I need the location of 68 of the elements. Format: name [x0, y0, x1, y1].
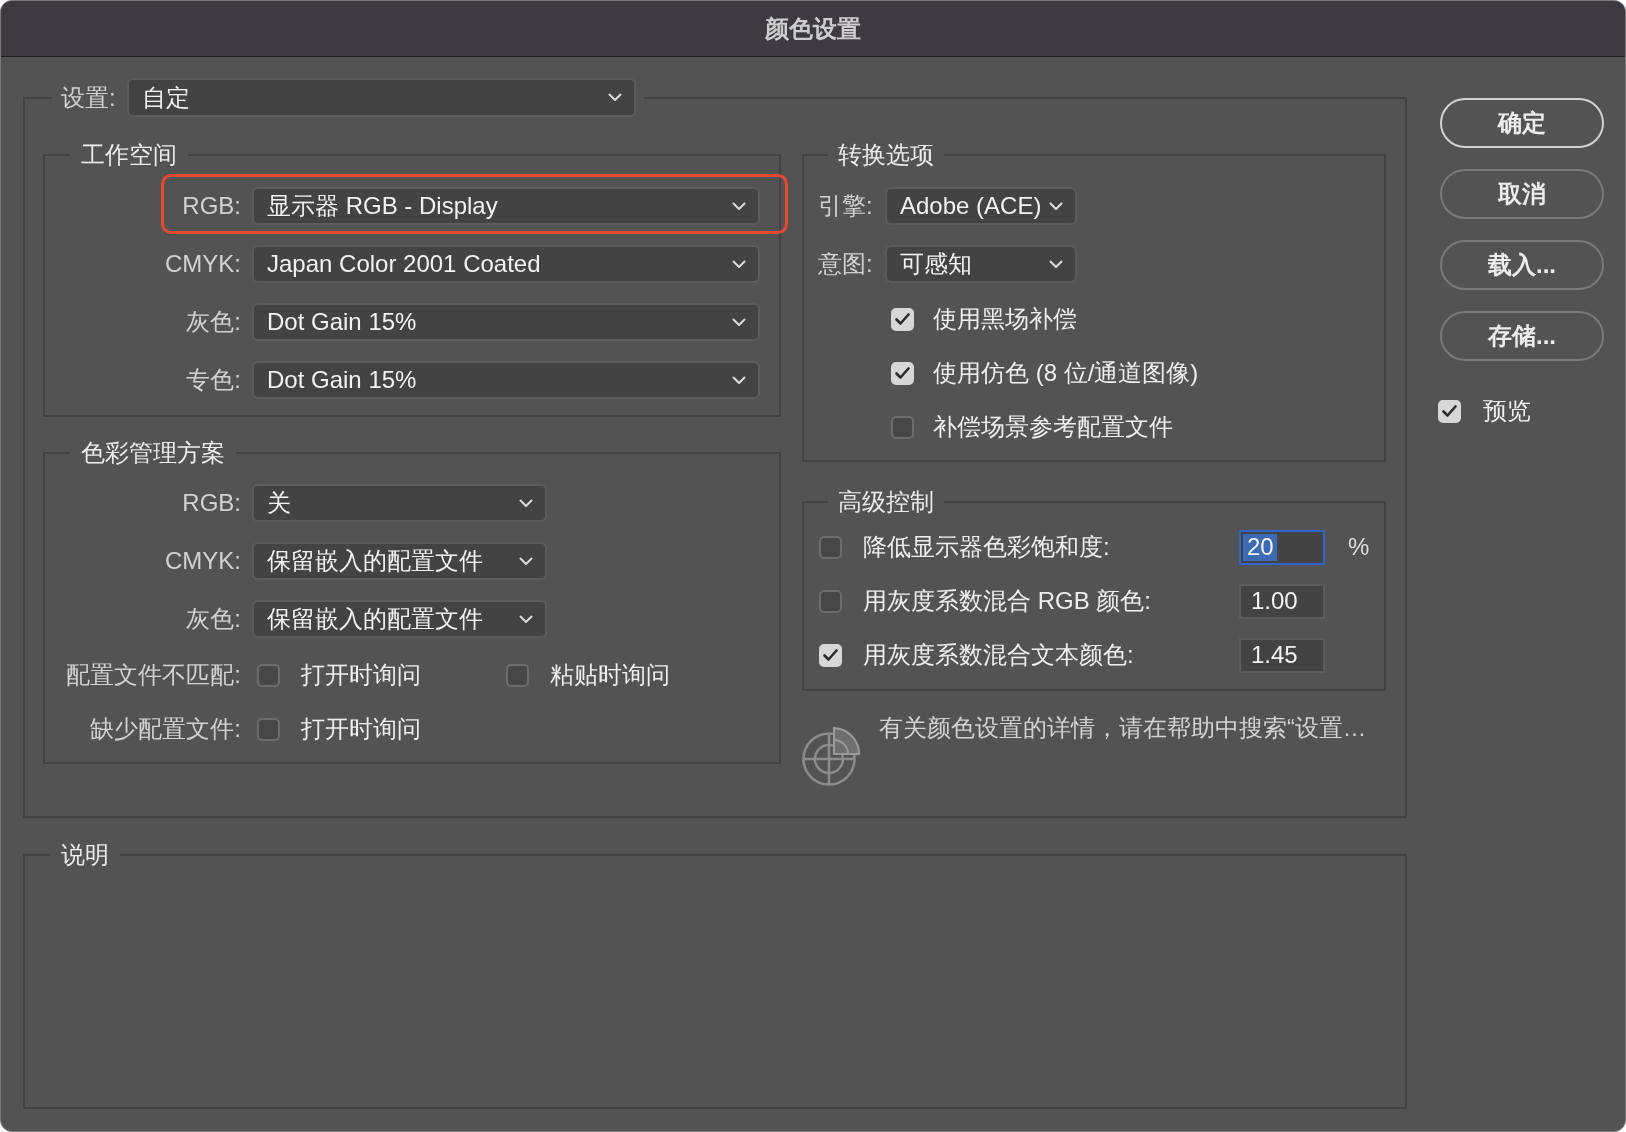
dropdown[interactable]: Japan Color 2001 Coated	[252, 245, 760, 283]
field-label: RGB:	[181, 191, 241, 221]
dropdown[interactable]: 关	[252, 484, 547, 522]
checkbox-label: 预览	[1483, 396, 1531, 426]
crosshair-circle-icon	[802, 726, 860, 786]
number-field[interactable]: 20	[1239, 529, 1325, 565]
chevron-down-icon	[519, 498, 533, 508]
checkbox[interactable]	[257, 663, 280, 687]
chevron-down-icon	[1049, 201, 1064, 211]
dialog-button[interactable]: 确定	[1440, 98, 1604, 148]
group-title: 工作空间	[81, 141, 177, 168]
group-title: 转换选项	[838, 141, 934, 168]
chevron-down-icon	[519, 556, 533, 566]
chevron-down-icon	[607, 93, 622, 102]
checkbox-label: 粘贴时询问	[550, 660, 670, 690]
field-label: 引擎:	[818, 191, 874, 221]
dropdown[interactable]: Adobe (ACE)	[885, 187, 1077, 225]
checkbox[interactable]	[819, 535, 842, 559]
dropdown[interactable]: 自定	[126, 78, 636, 117]
dropdown[interactable]: Dot Gain 15%	[252, 361, 760, 399]
chevron-down-icon	[519, 614, 533, 624]
checkbox[interactable]	[257, 717, 280, 741]
checkbox-label: 用灰度系数混合文本颜色:	[863, 640, 1135, 670]
dialog-button[interactable]: 取消	[1440, 169, 1604, 219]
checkbox-label: 使用黑场补偿	[933, 304, 1077, 334]
checkbox-label: 用灰度系数混合 RGB 颜色:	[863, 586, 1152, 616]
number-field[interactable]: 1.45	[1239, 637, 1325, 673]
number-field[interactable]: 1.00	[1239, 583, 1325, 619]
chevron-down-icon	[732, 317, 746, 327]
group-title: 高级控制	[838, 488, 934, 515]
group-title: 色彩管理方案	[81, 439, 225, 466]
checkbox-label: 打开时询问	[301, 660, 421, 690]
field-label: 灰色:	[185, 604, 241, 634]
chevron-down-icon	[732, 259, 746, 269]
checkmark-icon	[895, 313, 910, 325]
dropdown[interactable]: 保留嵌入的配置文件	[252, 542, 547, 580]
dropdown[interactable]: 可感知	[885, 245, 1077, 283]
checkbox-label: 降低显示器色彩饱和度:	[863, 532, 1111, 562]
field-label: RGB:	[181, 488, 241, 518]
field-label: CMYK:	[164, 249, 241, 279]
group-title: 说明	[61, 841, 109, 868]
checkmark-icon	[823, 649, 838, 661]
checkbox[interactable]	[819, 589, 842, 613]
field-label: 设置:	[61, 82, 116, 113]
checkbox[interactable]	[506, 663, 529, 687]
field-label: CMYK:	[164, 546, 241, 576]
unit-label: %	[1348, 532, 1371, 562]
checkbox-label: 补偿场景参考配置文件	[933, 412, 1173, 442]
field-label: 专色:	[185, 365, 241, 395]
dropdown[interactable]: 保留嵌入的配置文件	[252, 600, 547, 638]
checkmark-icon	[895, 367, 910, 379]
field-label: 缺少配置文件:	[89, 714, 241, 744]
dialog-button[interactable]: 存储...	[1440, 311, 1604, 361]
dropdown[interactable]: Dot Gain 15%	[252, 303, 760, 341]
checkbox-label: 使用仿色 (8 位/通道图像)	[933, 358, 1199, 388]
window-title: 颜色设置	[765, 13, 861, 44]
dialog-button[interactable]: 载入...	[1440, 240, 1604, 290]
field-label: 意图:	[818, 249, 874, 279]
dropdown[interactable]: 显示器 RGB - Display	[252, 187, 760, 225]
chevron-down-icon	[732, 375, 746, 385]
chevron-down-icon	[1049, 259, 1063, 269]
checkmark-icon	[1442, 405, 1457, 417]
help-text: 有关颜色设置的详情，请在帮助中搜索“设置…	[879, 714, 1367, 743]
checkbox-label: 打开时询问	[301, 714, 421, 744]
field-label: 灰色:	[185, 307, 241, 337]
checkbox[interactable]	[891, 415, 914, 439]
field-label: 配置文件不匹配:	[65, 660, 241, 690]
chevron-down-icon	[732, 201, 746, 211]
